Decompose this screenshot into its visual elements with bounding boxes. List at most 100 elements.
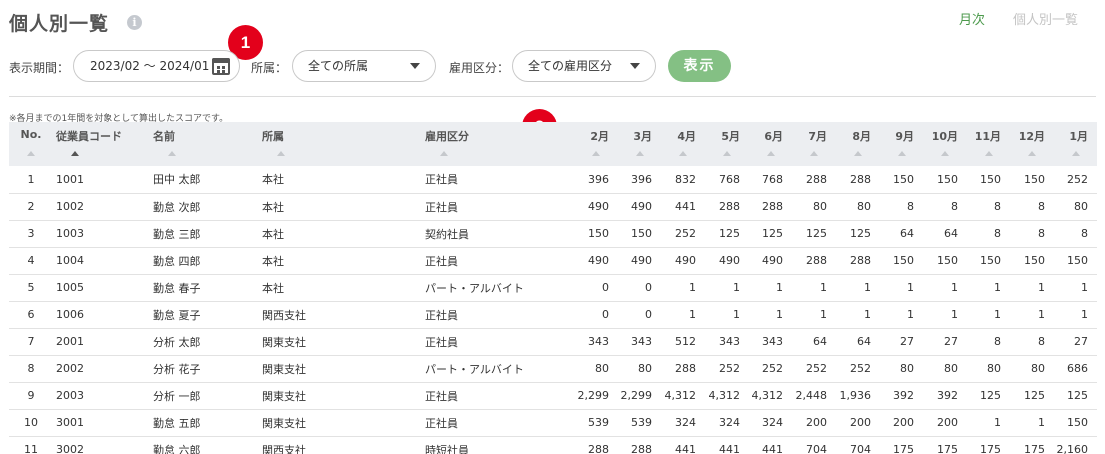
- table-row[interactable]: 2 1002 勤怠 次郎 本社 正社員 490 490 441 288 288 80 80 8 8 8 8 80: [9, 193, 1097, 221]
- table-cell: 125: [1054, 382, 1097, 410]
- table-cell: 3002: [53, 436, 150, 454]
- table-cell: 392: [880, 382, 923, 410]
- header-month-04[interactable]: 4月: [661, 122, 705, 166]
- nav-monthly-link[interactable]: 月次: [959, 9, 985, 28]
- sort-icon[interactable]: [1071, 151, 1080, 156]
- table-row[interactable]: 7 2001 分析 太郎 関東支社 正社員 343 343 512 343 343 64 64 27 27…: [9, 328, 1097, 356]
- table-cell: 1: [1054, 274, 1097, 302]
- header-name[interactable]: 名前: [150, 122, 259, 166]
- header-month-07[interactable]: 7月: [792, 122, 836, 166]
- table-cell: 150: [967, 166, 1010, 194]
- table-cell: 1: [661, 274, 705, 302]
- header-month-05[interactable]: 5月: [705, 122, 749, 166]
- header-employment-type[interactable]: 雇用区分: [422, 122, 574, 166]
- sort-icon[interactable]: [941, 151, 949, 156]
- table-cell: 関東支社: [259, 355, 422, 383]
- sort-icon[interactable]: [984, 151, 993, 156]
- table-cell: 勤怠 五郎: [150, 409, 259, 437]
- header-month-02[interactable]: 2月: [574, 122, 618, 166]
- header-no[interactable]: No.: [9, 122, 53, 166]
- table-cell: 539: [574, 409, 618, 437]
- table-row[interactable]: 5 1005 勤怠 春子 本社 パート・アルバイト 0 0 1 1 1 1 1 1 1 1 1 1: [9, 274, 1097, 302]
- table-cell: 200: [836, 409, 880, 437]
- header-month-08[interactable]: 8月: [836, 122, 880, 166]
- table-cell: 490: [749, 247, 792, 275]
- table-cell: 10: [9, 409, 53, 437]
- dept-select[interactable]: 全ての所属: [292, 50, 436, 82]
- header-employee-code[interactable]: 従業員コード: [53, 122, 150, 166]
- table-row[interactable]: 11 3002 勤怠 六郎 関西支社 時短社員 288 288 441 441 441 704 704…: [9, 436, 1097, 454]
- table-cell: 8: [880, 193, 923, 221]
- table-row[interactable]: 1 1001 田中 太郎 本社 正社員 396 396 832 768 768 288 288 150 1…: [9, 166, 1097, 194]
- table-cell: 8: [1010, 328, 1054, 356]
- table-row[interactable]: 4 1004 勤怠 四郎 本社 正社員 490 490 490 490 490 288 288 150 1…: [9, 247, 1097, 275]
- sort-asc-icon[interactable]: [71, 151, 79, 156]
- calendar-icon[interactable]: [212, 58, 230, 75]
- table-header-row: No. 従業員コード 名前 所属 雇用区分 2月 3月 4月 5月 6月 7月 …: [9, 122, 1097, 166]
- table-cell: 1005: [53, 274, 150, 302]
- table-row[interactable]: 9 2003 分析 一郎 関東支社 正社員 2,299 2,299 4,312 4,312 4,3…: [9, 382, 1097, 410]
- sort-icon[interactable]: [27, 151, 35, 156]
- table-row[interactable]: 8 2002 分析 花子 関東支社 パート・アルバイト 80 80 288 252 252 252 2…: [9, 355, 1097, 383]
- table-row[interactable]: 3 1003 勤怠 三郎 本社 契約社員 150 150 252 125 125 125 125 64 6…: [9, 220, 1097, 248]
- header-department[interactable]: 所属: [259, 122, 422, 166]
- table-cell: 288: [836, 166, 880, 194]
- table-cell: 1: [836, 301, 880, 329]
- table-cell: 0: [574, 301, 618, 329]
- table-cell: 125: [792, 220, 836, 248]
- divider: [9, 96, 1096, 97]
- sort-icon[interactable]: [679, 151, 687, 156]
- table-cell: 1004: [53, 247, 150, 275]
- table-cell: 8: [9, 355, 53, 383]
- sort-icon[interactable]: [897, 151, 906, 156]
- table-cell: 契約社員: [422, 220, 574, 248]
- table-cell: 勤怠 春子: [150, 274, 259, 302]
- table-cell: 252: [705, 355, 749, 383]
- table-cell: 関東支社: [259, 409, 422, 437]
- table-cell: 832: [661, 166, 705, 194]
- sort-icon[interactable]: [277, 151, 285, 156]
- sort-icon[interactable]: [854, 151, 862, 156]
- table-cell: 1: [923, 274, 967, 302]
- table-row[interactable]: 10 3001 勤怠 五郎 関東支社 正社員 539 539 324 324 324 200 200 2…: [9, 409, 1097, 437]
- sort-icon[interactable]: [810, 151, 818, 156]
- table-cell: 正社員: [422, 166, 574, 194]
- header-month-12[interactable]: 12月: [1010, 122, 1054, 166]
- table-cell: 9: [9, 382, 53, 410]
- employment-label: 雇用区分：: [449, 61, 510, 75]
- sort-icon[interactable]: [440, 151, 448, 156]
- table-cell: パート・アルバイト: [422, 355, 574, 383]
- sort-icon[interactable]: [1028, 151, 1036, 156]
- table-cell: 80: [923, 355, 967, 383]
- table-cell: 768: [705, 166, 749, 194]
- table-cell: 324: [661, 409, 705, 437]
- sort-icon[interactable]: [723, 151, 731, 156]
- header-month-06[interactable]: 6月: [749, 122, 792, 166]
- table-cell: 1,936: [836, 382, 880, 410]
- sort-icon[interactable]: [766, 151, 775, 156]
- header-month-10[interactable]: 10月: [923, 122, 967, 166]
- table-cell: 441: [661, 436, 705, 454]
- sort-icon[interactable]: [168, 151, 176, 156]
- page-title: 個人別一覧: [9, 13, 110, 35]
- header-month-11[interactable]: 11月: [967, 122, 1010, 166]
- table-cell: 7: [9, 328, 53, 356]
- info-icon[interactable]: i: [127, 15, 142, 30]
- table-cell: 64: [880, 220, 923, 248]
- table-row[interactable]: 6 1006 勤怠 夏子 関西支社 正社員 0 0 1 1 1 1 1 1 1 1 1 1: [9, 301, 1097, 329]
- dept-select-value: 全ての所属: [308, 59, 369, 73]
- table-cell: 8: [967, 193, 1010, 221]
- show-button[interactable]: 表示: [668, 50, 731, 82]
- sort-icon[interactable]: [592, 151, 600, 156]
- table-cell: 勤怠 次郎: [150, 193, 259, 221]
- sort-icon[interactable]: [635, 151, 644, 156]
- table-cell: 392: [923, 382, 967, 410]
- period-date-field[interactable]: 2023/02 ～ 2024/01: [73, 50, 240, 82]
- table-cell: 150: [574, 220, 618, 248]
- header-month-09[interactable]: 9月: [880, 122, 923, 166]
- employment-select[interactable]: 全ての雇用区分: [512, 50, 656, 82]
- table-cell: 勤怠 夏子: [150, 301, 259, 329]
- table-cell: 150: [1054, 247, 1097, 275]
- header-month-01[interactable]: 1月: [1054, 122, 1097, 166]
- header-month-03[interactable]: 3月: [618, 122, 661, 166]
